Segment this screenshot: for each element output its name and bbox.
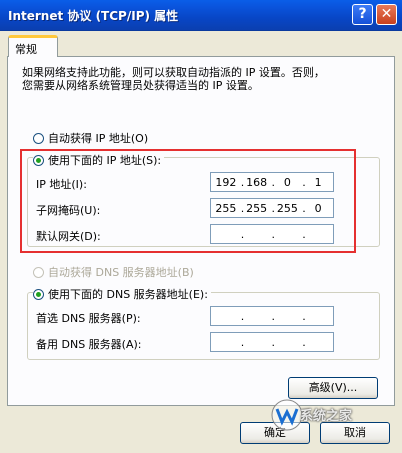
dns-auto-radio	[33, 266, 44, 278]
preferred-dns-label: 首选 DNS 服务器(P):	[36, 312, 141, 325]
help-button[interactable]: ?	[352, 4, 373, 25]
octet-dot: .	[271, 309, 276, 323]
window-title: Internet 协议 (TCP/IP) 属性	[8, 9, 179, 23]
octet-dot: .	[240, 309, 245, 323]
octet-dot: .	[240, 335, 245, 349]
ip-auto-label: 自动获得 IP 地址(O)	[48, 132, 149, 145]
dns-auto-option: 自动获得 DNS 服务器地址(B)	[33, 264, 194, 280]
watermark-text: 系统之家	[300, 409, 353, 424]
description-text: 如果网络支持此功能，则可以获取自动指派的 IP 设置。否则， 您需要从网络系统管…	[22, 66, 325, 92]
alternate-dns-label: 备用 DNS 服务器(A):	[36, 338, 142, 351]
watermark-logo-icon	[271, 399, 303, 431]
alternate-dns-input[interactable]: . . .	[210, 332, 334, 352]
cancel-button[interactable]: 取消	[320, 422, 390, 444]
dns-manual-option[interactable]: 使用下面的 DNS 服务器地址(E):	[33, 286, 211, 302]
octet-dot: .	[271, 335, 276, 349]
ip-auto-radio[interactable]	[33, 132, 44, 144]
dns-manual-radio[interactable]	[33, 288, 44, 300]
dns-manual-label: 使用下面的 DNS 服务器地址(E):	[48, 288, 208, 301]
tab-general[interactable]: 常规	[8, 35, 58, 57]
highlight-box	[20, 149, 356, 253]
preferred-dns-input[interactable]: . . .	[210, 306, 334, 326]
dns-auto-label: 自动获得 DNS 服务器地址(B)	[48, 266, 194, 279]
octet-dot: .	[302, 309, 306, 323]
advanced-button[interactable]: 高级(V)...	[288, 377, 378, 399]
ip-auto-option[interactable]: 自动获得 IP 地址(O)	[33, 130, 148, 146]
close-button[interactable]: ✕	[376, 4, 397, 25]
title-bar[interactable]: Internet 协议 (TCP/IP) 属性 ? ✕	[0, 0, 402, 31]
octet-dot: .	[302, 335, 306, 349]
